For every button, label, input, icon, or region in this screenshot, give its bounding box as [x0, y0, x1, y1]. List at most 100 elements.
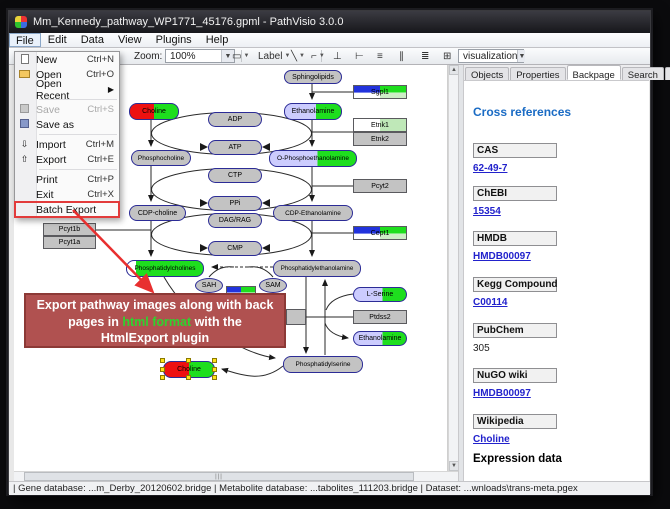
pathway-node-phosphatidylcholines[interactable]: Phosphatidylcholines — [126, 260, 204, 277]
open-folder-icon — [19, 70, 30, 78]
zoom-value: 100% — [170, 51, 196, 62]
chevron-down-icon[interactable]: ▼ — [517, 50, 525, 62]
pathway-node-unlabeled[interactable] — [286, 309, 306, 325]
common-height-icon[interactable]: ∥ — [395, 49, 408, 63]
pathway-node-ethanolamine[interactable]: Ethanolamine — [284, 103, 342, 120]
menu-item-label: Save as — [36, 119, 109, 131]
canvas-horizontal-scrollbar[interactable]: ||| — [14, 471, 458, 481]
menu-bar: FileEditDataViewPluginsHelp — [9, 33, 650, 48]
file-menu-item-import[interactable]: ⇩ImportCtrl+M — [15, 137, 119, 152]
file-menu-item-open-recent[interactable]: Open Recent▶ — [15, 82, 119, 97]
pathway-node-pcyt2[interactable]: Pcyt2 — [353, 179, 407, 193]
pathway-node-sphingolipids[interactable]: Sphingolipids — [284, 70, 342, 84]
zoom-label: Zoom: — [134, 51, 162, 62]
pathway-node-phosphocholine[interactable]: Phosphocholine — [131, 150, 191, 166]
selection-handle[interactable] — [160, 367, 165, 372]
sidebar-tabs: ObjectsPropertiesBackpageSearchLegend — [464, 65, 649, 81]
pathway-node-ptdss2[interactable]: Ptdss2 — [353, 310, 407, 324]
pathway-node-cdp-choline[interactable]: CDP-choline — [129, 205, 186, 221]
menubar-item-plugins[interactable]: Plugins — [149, 33, 199, 47]
menubar-item-file[interactable]: File — [9, 33, 41, 47]
copy-icon[interactable]: ⊞ — [439, 49, 455, 63]
pathway-node-l-serine[interactable]: L-Serine — [353, 287, 407, 302]
xref-value-cas[interactable]: 62-49-7 — [473, 163, 507, 174]
zoom-combobox[interactable]: 100% ▼ — [165, 49, 235, 63]
xref-value-pubchem: 305 — [473, 343, 490, 354]
xref-value-kegg-compound[interactable]: C00114 — [473, 297, 507, 308]
pathway-node-sgpl1[interactable]: Sgpl1 — [353, 85, 407, 99]
pathway-node-adp[interactable]: ADP — [208, 112, 262, 127]
tab-legend[interactable]: Legend — [665, 67, 670, 80]
expression-data-heading: Expression data — [473, 453, 562, 465]
menubar-item-edit[interactable]: Edit — [41, 33, 74, 47]
xref-value-wikipedia[interactable]: Choline — [473, 434, 510, 445]
print-icon[interactable]: ≣ — [417, 49, 433, 63]
xref-value-chebi[interactable]: 15354 — [473, 206, 501, 217]
pathway-node-o-phosphoethanolamine[interactable]: O-Phosphoethanolamine — [269, 150, 357, 167]
pathway-node-ethanolamine[interactable]: Ethanolamine — [353, 331, 407, 346]
tab-search[interactable]: Search — [622, 67, 664, 80]
datanode-template-dropdown[interactable]: ▭▼ — [228, 49, 253, 63]
visualization-combobox[interactable]: visualization ▼ — [458, 49, 524, 63]
file-menu-item-exit[interactable]: ExitCtrl+X — [15, 187, 119, 202]
menu-item-label: Import — [36, 139, 81, 151]
file-menu-item-new[interactable]: NewCtrl+N — [15, 52, 119, 67]
window-title: Mm_Kennedy_pathway_WP1771_45176.gpml - P… — [33, 16, 343, 28]
xref-source-cas: CAS — [473, 143, 557, 158]
xref-value-nugo-wiki[interactable]: HMDB00097 — [473, 388, 531, 399]
menu-item-label: Batch Export — [36, 204, 109, 216]
align-center-y-icon[interactable]: ⊢ — [351, 49, 368, 63]
file-menu-item-batch-export[interactable]: Batch Export — [15, 202, 119, 217]
common-width-icon[interactable]: ≡ — [373, 49, 387, 63]
pathway-node-cept1[interactable]: Cept1 — [353, 226, 407, 240]
xref-value-hmdb[interactable]: HMDB00097 — [473, 251, 531, 262]
xref-source-pubchem: PubChem — [473, 323, 557, 338]
tab-properties[interactable]: Properties — [510, 67, 565, 80]
menu-item-label: Export — [36, 154, 82, 166]
xref-source-hmdb: HMDB — [473, 231, 557, 246]
canvas-vertical-scrollbar[interactable]: ▲ ▼ — [448, 65, 458, 471]
selection-handle[interactable] — [160, 358, 165, 363]
menubar-item-help[interactable]: Help — [199, 33, 236, 47]
pathway-node-sam[interactable]: SAM — [259, 278, 287, 293]
line-tool-dropdown[interactable]: ╲▼ — [287, 49, 309, 63]
selection-handle[interactable] — [186, 358, 191, 363]
menubar-item-view[interactable]: View — [111, 33, 149, 47]
pathway-node-cmp[interactable]: CMP — [208, 241, 262, 256]
pathway-node-etnk1[interactable]: Etnk1 — [353, 118, 407, 132]
pathway-node-cdp-ethanolamine[interactable]: CDP-Ethanolamine — [273, 205, 353, 221]
file-menu-item-save[interactable]: SaveCtrl+S — [15, 102, 119, 117]
pathway-node-dag-rag[interactable]: DAG/RAG — [208, 213, 262, 228]
tab-objects[interactable]: Objects — [465, 67, 509, 80]
app-window: Mm_Kennedy_pathway_WP1771_45176.gpml - P… — [8, 10, 651, 494]
export-icon: ⇧ — [18, 154, 31, 165]
file-menu-item-print[interactable]: PrintCtrl+P — [15, 172, 119, 187]
pathway-node-ctp[interactable]: CTP — [208, 168, 262, 183]
cross-references-heading: Cross references — [473, 105, 571, 119]
pathway-node-ppi[interactable]: PPi — [208, 196, 262, 211]
title-bar[interactable]: Mm_Kennedy_pathway_WP1771_45176.gpml - P… — [9, 11, 650, 33]
save-icon — [20, 104, 29, 113]
highlighted-text: html format — [122, 315, 191, 329]
connector-tool-dropdown[interactable]: ⌐▼ — [307, 49, 329, 63]
pathway-node-pcyt1b[interactable]: Pcyt1b — [43, 223, 96, 236]
selection-handle[interactable] — [212, 375, 217, 380]
file-menu-item-export[interactable]: ⇧ExportCtrl+E — [15, 152, 119, 167]
import-icon: ⇩ — [18, 139, 31, 150]
file-menu-item-save-as[interactable]: Save as — [15, 117, 119, 132]
menubar-item-data[interactable]: Data — [74, 33, 111, 47]
align-center-x-icon[interactable]: ⊥ — [329, 49, 346, 63]
pathway-node-sah[interactable]: SAH — [195, 278, 223, 293]
pathway-node-pcyt1a[interactable]: Pcyt1a — [43, 236, 96, 249]
pathway-node-atp[interactable]: ATP — [208, 140, 262, 155]
pathway-node-phosphatidylethanolamine[interactable]: Phosphatidylethanolamine — [273, 260, 361, 277]
pathway-node-choline[interactable]: Choline — [129, 103, 179, 120]
scrollbar-thumb[interactable]: ||| — [24, 472, 414, 481]
selection-handle[interactable] — [212, 358, 217, 363]
tab-backpage[interactable]: Backpage — [567, 65, 621, 80]
selection-handle[interactable] — [186, 375, 191, 380]
selection-handle[interactable] — [160, 375, 165, 380]
selection-handle[interactable] — [212, 367, 217, 372]
pathway-node-phosphatidylserine[interactable]: Phosphatidylserine — [283, 356, 363, 373]
pathway-node-etnk2[interactable]: Etnk2 — [353, 132, 407, 146]
